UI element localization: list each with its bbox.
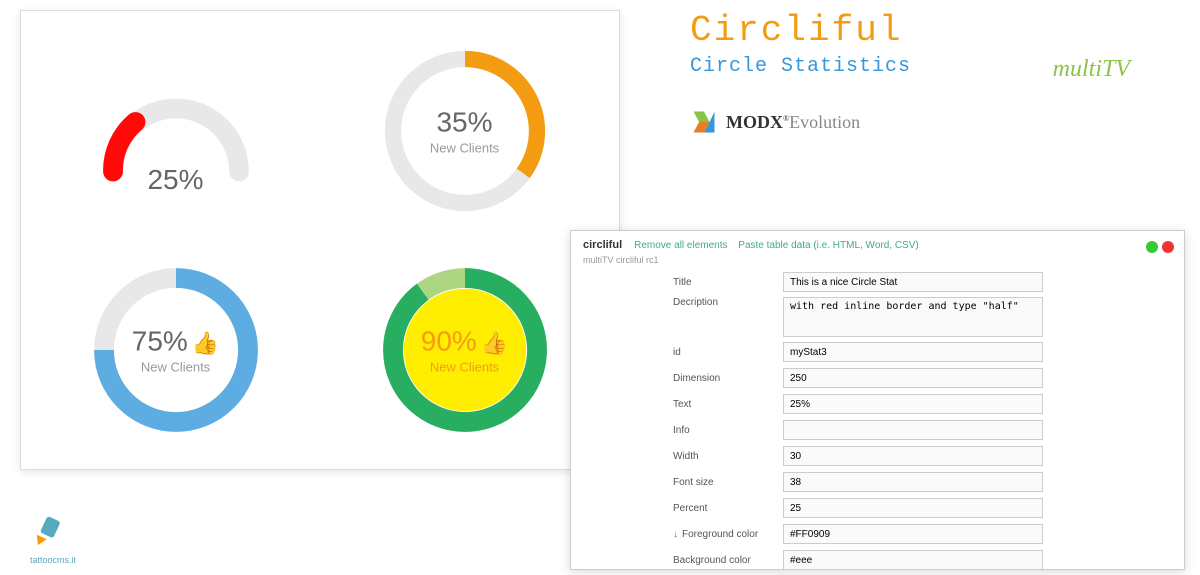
input-fontsize[interactable] [783,472,1043,492]
modx-logo-block: MODX®Evolution [690,108,1150,136]
stat-label: New Clients [430,140,499,155]
input-width[interactable] [783,446,1043,466]
multitv-form-panel: circliful Remove all elements Paste tabl… [570,230,1185,570]
thumbs-up-icon: 👍 [192,330,219,355]
paste-data-link[interactable]: Paste table data (i.e. HTML, Word, CSV) [738,240,918,251]
label-id: id [673,347,783,358]
remove-all-link[interactable]: Remove all elements [634,240,727,251]
input-fgcolor[interactable] [783,524,1043,544]
input-title[interactable] [783,272,1043,292]
input-description[interactable] [783,297,1043,337]
stat-percent: 25% [147,164,203,196]
label-fontsize: Font size [673,477,783,488]
input-info[interactable] [783,420,1043,440]
branding-block: Circliful Circle Statistics multiTV MODX… [690,10,1150,136]
add-icon[interactable] [1146,241,1158,253]
stat-percent: 75% [132,325,188,356]
input-text[interactable] [783,394,1043,414]
label-info: Info [673,425,783,436]
label-bgcolor: Background color [673,555,783,566]
stat-percent: 35% [436,106,492,138]
modx-text: MODX®Evolution [726,112,860,133]
label-width: Width [673,451,783,462]
stat-gauge-1: 25% [41,31,310,230]
label-description: Decription [673,297,783,308]
footer-logo: tattoocms.it [30,514,76,565]
stat-gauge-2: 35% New Clients [330,31,599,230]
label-percent: Percent [673,503,783,514]
input-percent[interactable] [783,498,1043,518]
thumbs-up-icon: 👍 [481,330,508,355]
input-id[interactable] [783,342,1043,362]
label-text: Text [673,399,783,410]
form-name: circliful [583,239,622,251]
input-bgcolor[interactable] [783,550,1043,570]
stat-label: New Clients [430,359,499,374]
remove-icon[interactable] [1162,241,1174,253]
stat-label: New Clients [141,359,210,374]
input-dimension[interactable] [783,368,1043,388]
stat-gauge-3: 75%👍 New Clients [41,250,310,449]
charts-panel: 25% 35% New Clients 75%👍 New Clients 90 [20,10,620,470]
brand-title: Circliful [690,10,1150,51]
modx-icon [690,108,718,136]
label-title: Title [673,277,783,288]
brand-tag: multiTV [1053,56,1130,83]
form-subtitle: multiTV circliful rc1 [583,255,1172,265]
stat-gauge-4: 90%👍 New Clients [330,250,599,449]
label-dimension: Dimension [673,373,783,384]
footer-text: tattoocms.it [30,555,76,565]
label-fgcolor: ↓Foreground color [673,529,783,540]
stat-percent: 90% [421,325,477,356]
arrow-down-icon: ↓ [673,529,678,540]
pencil-icon [30,514,66,550]
